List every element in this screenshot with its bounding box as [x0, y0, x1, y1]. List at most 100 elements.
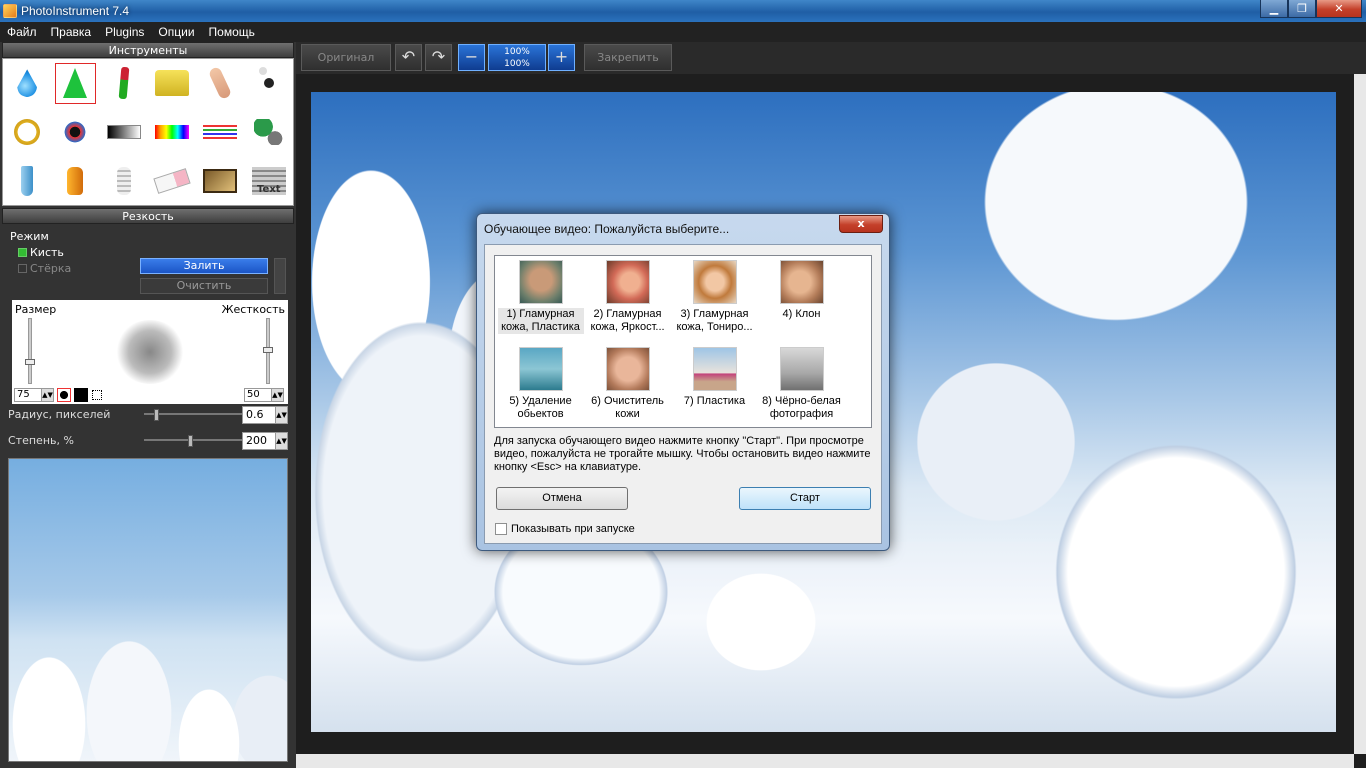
video-item[interactable]: 1) Гламурная кожа, Пластика — [497, 258, 584, 345]
tool-clock[interactable] — [3, 108, 51, 157]
zoom-in-icon[interactable]: + — [548, 44, 575, 71]
radius-value: 0.6 — [246, 408, 264, 421]
degree-slider-thumb[interactable] — [188, 435, 193, 447]
zoom-level[interactable]: 100% 100% — [488, 44, 546, 71]
video-item[interactable]: 7) Пластика — [671, 345, 758, 429]
left-panel: Инструменты Text Резкость Режим Кисть Ст… — [0, 42, 296, 768]
degree-value: 200 — [246, 434, 267, 447]
navigator-preview[interactable] — [8, 458, 288, 762]
menu-help[interactable]: Помощь — [202, 25, 262, 39]
square-shape-icon[interactable] — [74, 388, 88, 402]
redo-icon[interactable]: ↷ — [425, 44, 452, 71]
degree-slider[interactable] — [144, 439, 244, 441]
video-item[interactable]: 3) Гламурная кожа, Тониро... — [671, 258, 758, 345]
window-title: PhotoInstrument 7.4 — [21, 4, 130, 18]
hardness-stepper[interactable]: 50 ▲▼ — [244, 388, 284, 402]
radius-slider[interactable] — [144, 413, 244, 415]
pin-button[interactable]: Закрепить — [584, 44, 672, 71]
menu-options[interactable]: Опции — [151, 25, 201, 39]
tool-pin[interactable] — [245, 59, 293, 108]
clear-button[interactable]: Очистить — [140, 278, 268, 294]
hardness-slider[interactable] — [263, 318, 273, 384]
tools-panel-title: Инструменты — [2, 42, 294, 58]
show-on-start-option[interactable]: Показывать при запуске — [495, 523, 635, 535]
tool-lines[interactable] — [196, 108, 244, 157]
tool-drop[interactable] — [3, 59, 51, 108]
tool-film[interactable] — [196, 156, 244, 205]
lines-icon — [203, 124, 238, 139]
minimize-button[interactable]: ▁ — [1260, 0, 1288, 18]
snowy-trees-right — [876, 92, 1336, 732]
stepper-arrows-icon[interactable]: ▲▼ — [271, 389, 283, 401]
horizontal-scrollbar[interactable] — [296, 754, 1354, 768]
vertical-scrollbar[interactable] — [1354, 74, 1366, 754]
rainbow-icon — [155, 124, 190, 139]
menu-plugins[interactable]: Plugins — [98, 25, 151, 39]
video-item[interactable]: 8) Чёрно-белая фотография — [758, 345, 845, 429]
tool-finger[interactable] — [196, 59, 244, 108]
eraser-checkbox[interactable] — [18, 264, 27, 273]
bulb-icon — [116, 166, 131, 195]
stepper-arrows-icon[interactable]: ▲▼ — [275, 407, 287, 423]
video-item[interactable]: 2) Гламурная кожа, Яркост... — [584, 258, 671, 345]
stepper-arrows-icon[interactable]: ▲▼ — [275, 433, 287, 449]
sharpness-panel: Резкость Режим Кисть Стёрка Залить Очист… — [0, 208, 296, 462]
video-item[interactable]: 4) Клон — [758, 258, 845, 345]
tool-eye[interactable] — [51, 108, 99, 157]
video-item-label: 8) Чёрно-белая фотография — [762, 395, 841, 420]
tool-gradient[interactable] — [100, 108, 148, 157]
size-slider[interactable] — [25, 318, 35, 384]
mode-scrollbar[interactable] — [274, 258, 286, 294]
eye-icon — [63, 119, 88, 144]
tool-rainbow[interactable] — [148, 108, 196, 157]
maximize-button[interactable]: ❐ — [1288, 0, 1316, 18]
video-item[interactable]: 6) Очиститель кожи — [584, 345, 671, 429]
tool-tube[interactable] — [3, 156, 51, 205]
tool-eraser[interactable] — [148, 156, 196, 205]
close-button[interactable]: ✕ — [1316, 0, 1362, 18]
scissors-icon — [253, 118, 284, 145]
menu-edit[interactable]: Правка — [44, 25, 99, 39]
finger-icon — [208, 66, 233, 101]
show-on-start-checkbox[interactable] — [495, 523, 507, 535]
cancel-button[interactable]: Отмена — [496, 487, 628, 510]
video-item-label: 1) Гламурная кожа, Пластика — [497, 308, 584, 334]
degree-input[interactable]: 200 ▲▼ — [242, 432, 288, 450]
tool-cone[interactable] — [51, 59, 99, 108]
radius-input[interactable]: 0.6 ▲▼ — [242, 406, 288, 424]
toolbar: Оригинал ↶ ↷ − 100% 100% + Закрепить — [296, 42, 1366, 74]
start-button[interactable]: Старт — [739, 487, 871, 510]
brush-option-label: Кисть — [30, 246, 64, 259]
original-button[interactable]: Оригинал — [301, 44, 391, 71]
brush-icon — [118, 67, 130, 100]
app-icon — [3, 4, 17, 18]
degree-row: Степень, % 200 ▲▼ — [8, 430, 288, 452]
tool-bulb[interactable] — [100, 156, 148, 205]
size-stepper[interactable]: 75 ▲▼ — [14, 388, 54, 402]
video-thumbnail — [605, 347, 650, 391]
size-slider-thumb[interactable] — [25, 359, 35, 365]
dialog-close-button[interactable]: x — [839, 215, 883, 233]
pin-icon — [263, 78, 274, 89]
tool-stamp[interactable] — [148, 59, 196, 108]
tool-brush[interactable] — [100, 59, 148, 108]
brush-checkbox[interactable] — [18, 248, 27, 257]
video-thumbnail — [605, 260, 650, 304]
undo-icon[interactable]: ↶ — [395, 44, 422, 71]
radius-slider-thumb[interactable] — [154, 409, 159, 421]
video-item[interactable]: 5) Удаление обьектов — [497, 345, 584, 429]
fill-button[interactable]: Залить — [140, 258, 268, 274]
zoom-out-icon[interactable]: − — [458, 44, 485, 71]
menu-file[interactable]: Файл — [0, 25, 44, 39]
tool-text[interactable]: Text — [245, 156, 293, 205]
radius-row: Радиус, пикселей 0.6 ▲▼ — [8, 404, 288, 426]
selection-shape-icon[interactable] — [92, 390, 102, 400]
stepper-arrows-icon[interactable]: ▲▼ — [41, 389, 53, 401]
video-item-label: 4) Клон — [782, 308, 821, 320]
hardness-slider-thumb[interactable] — [263, 347, 273, 353]
stamp-icon — [155, 70, 190, 97]
tool-scissors[interactable] — [245, 108, 293, 157]
tool-bottle[interactable] — [51, 156, 99, 205]
round-shape-icon[interactable] — [57, 388, 71, 402]
zoom-level-bottom: 100% — [504, 59, 530, 69]
